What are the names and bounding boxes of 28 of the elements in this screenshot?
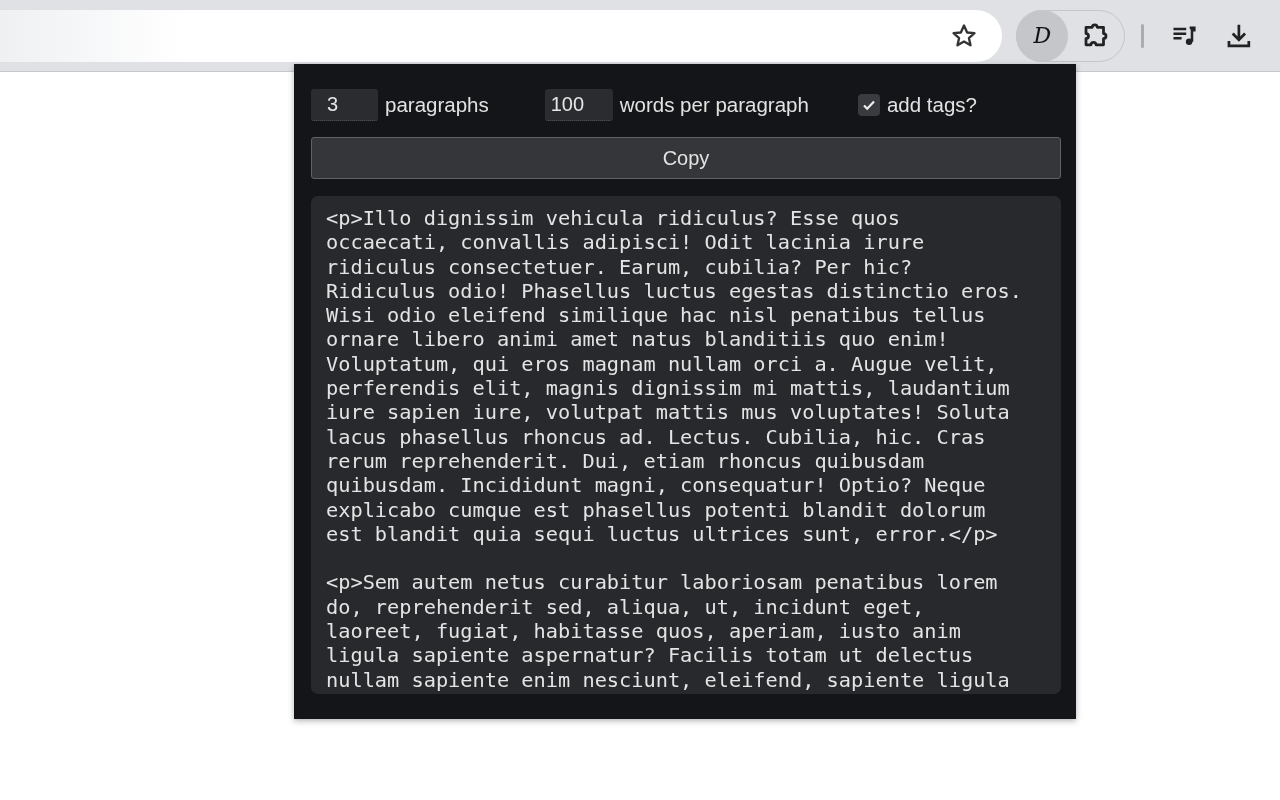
bookmark-star-icon[interactable] [950, 21, 979, 50]
output-text-line: Voluptatum, qui eros magnam nullam orci a. Augue velit, [326, 351, 998, 377]
output-text-line: quibusdam. Incididunt magni, consequatur! Optio? Neque [326, 473, 986, 498]
output-text-line: occaecati, convallis adipisci! Odit lacinia irure [326, 230, 925, 255]
output-text-line: laoreet, fugiat, habitasse quos, aperiam, iusto anim [326, 619, 961, 644]
words-label: words per paragraph [619, 93, 809, 117]
output-text-line: perferendis elit, magnis dignissim mi mattis, laudantium [326, 376, 1010, 401]
extension-button[interactable]: D [1016, 9, 1069, 62]
add-tags-checkbox[interactable] [857, 94, 880, 116]
add-tags-label: add tags? [886, 93, 977, 117]
paragraphs-input[interactable]: 3 [311, 89, 378, 121]
copy-button[interactable]: Copy [311, 137, 1061, 179]
output-text-line: <p>Sem autem netus curabitur laboriosam penatibus lorem [326, 570, 998, 595]
output-text-line: Ridiculus odio! Phasellus luctus egestas distinctio eros. [326, 278, 1022, 304]
output-text-line: ridiculus consectetuer. Earum, cubilia? Per hic? [326, 254, 913, 279]
words-input[interactable]: 100 [544, 89, 613, 121]
output-text-line: nullam sapiente enim nesciunt, eleifend, sapiente ligula [326, 667, 1010, 692]
output-text-line: rerum reprehenderit. Dui, etiam rhoncus quibusdam [326, 448, 925, 474]
output-text-line: lacus phasellus rhoncus ad. Lectus. Cubilia, hic. Cras [326, 424, 986, 449]
output-text-line: <p>Illo dignissim vehicula ridiculus? Esse quos [326, 206, 900, 231]
output-text-line: iure sapien iure, volutpat mattis mus voluptates! Soluta [326, 400, 1010, 425]
output-text-line: ornare libero animi amet natus blanditiis quo enim! [326, 327, 949, 352]
output-text-line: est blandit quia sequi luctus ultrices sunt, error.</p> [326, 521, 998, 547]
paragraphs-label: paragraphs [385, 93, 489, 117]
output-text-line: explicabo cumque est phasellus potenti blandit dolorum [326, 497, 986, 522]
output-text-line: ligula sapiente aspernatur? Facilis totam ut delectus [326, 643, 974, 668]
output-text-line: Wisi odio eleifend similique hac nisl penatibus tellus [326, 303, 986, 328]
output-text-line: do, reprehenderit sed, aliqua, ut, incidunt eget, [326, 594, 925, 620]
